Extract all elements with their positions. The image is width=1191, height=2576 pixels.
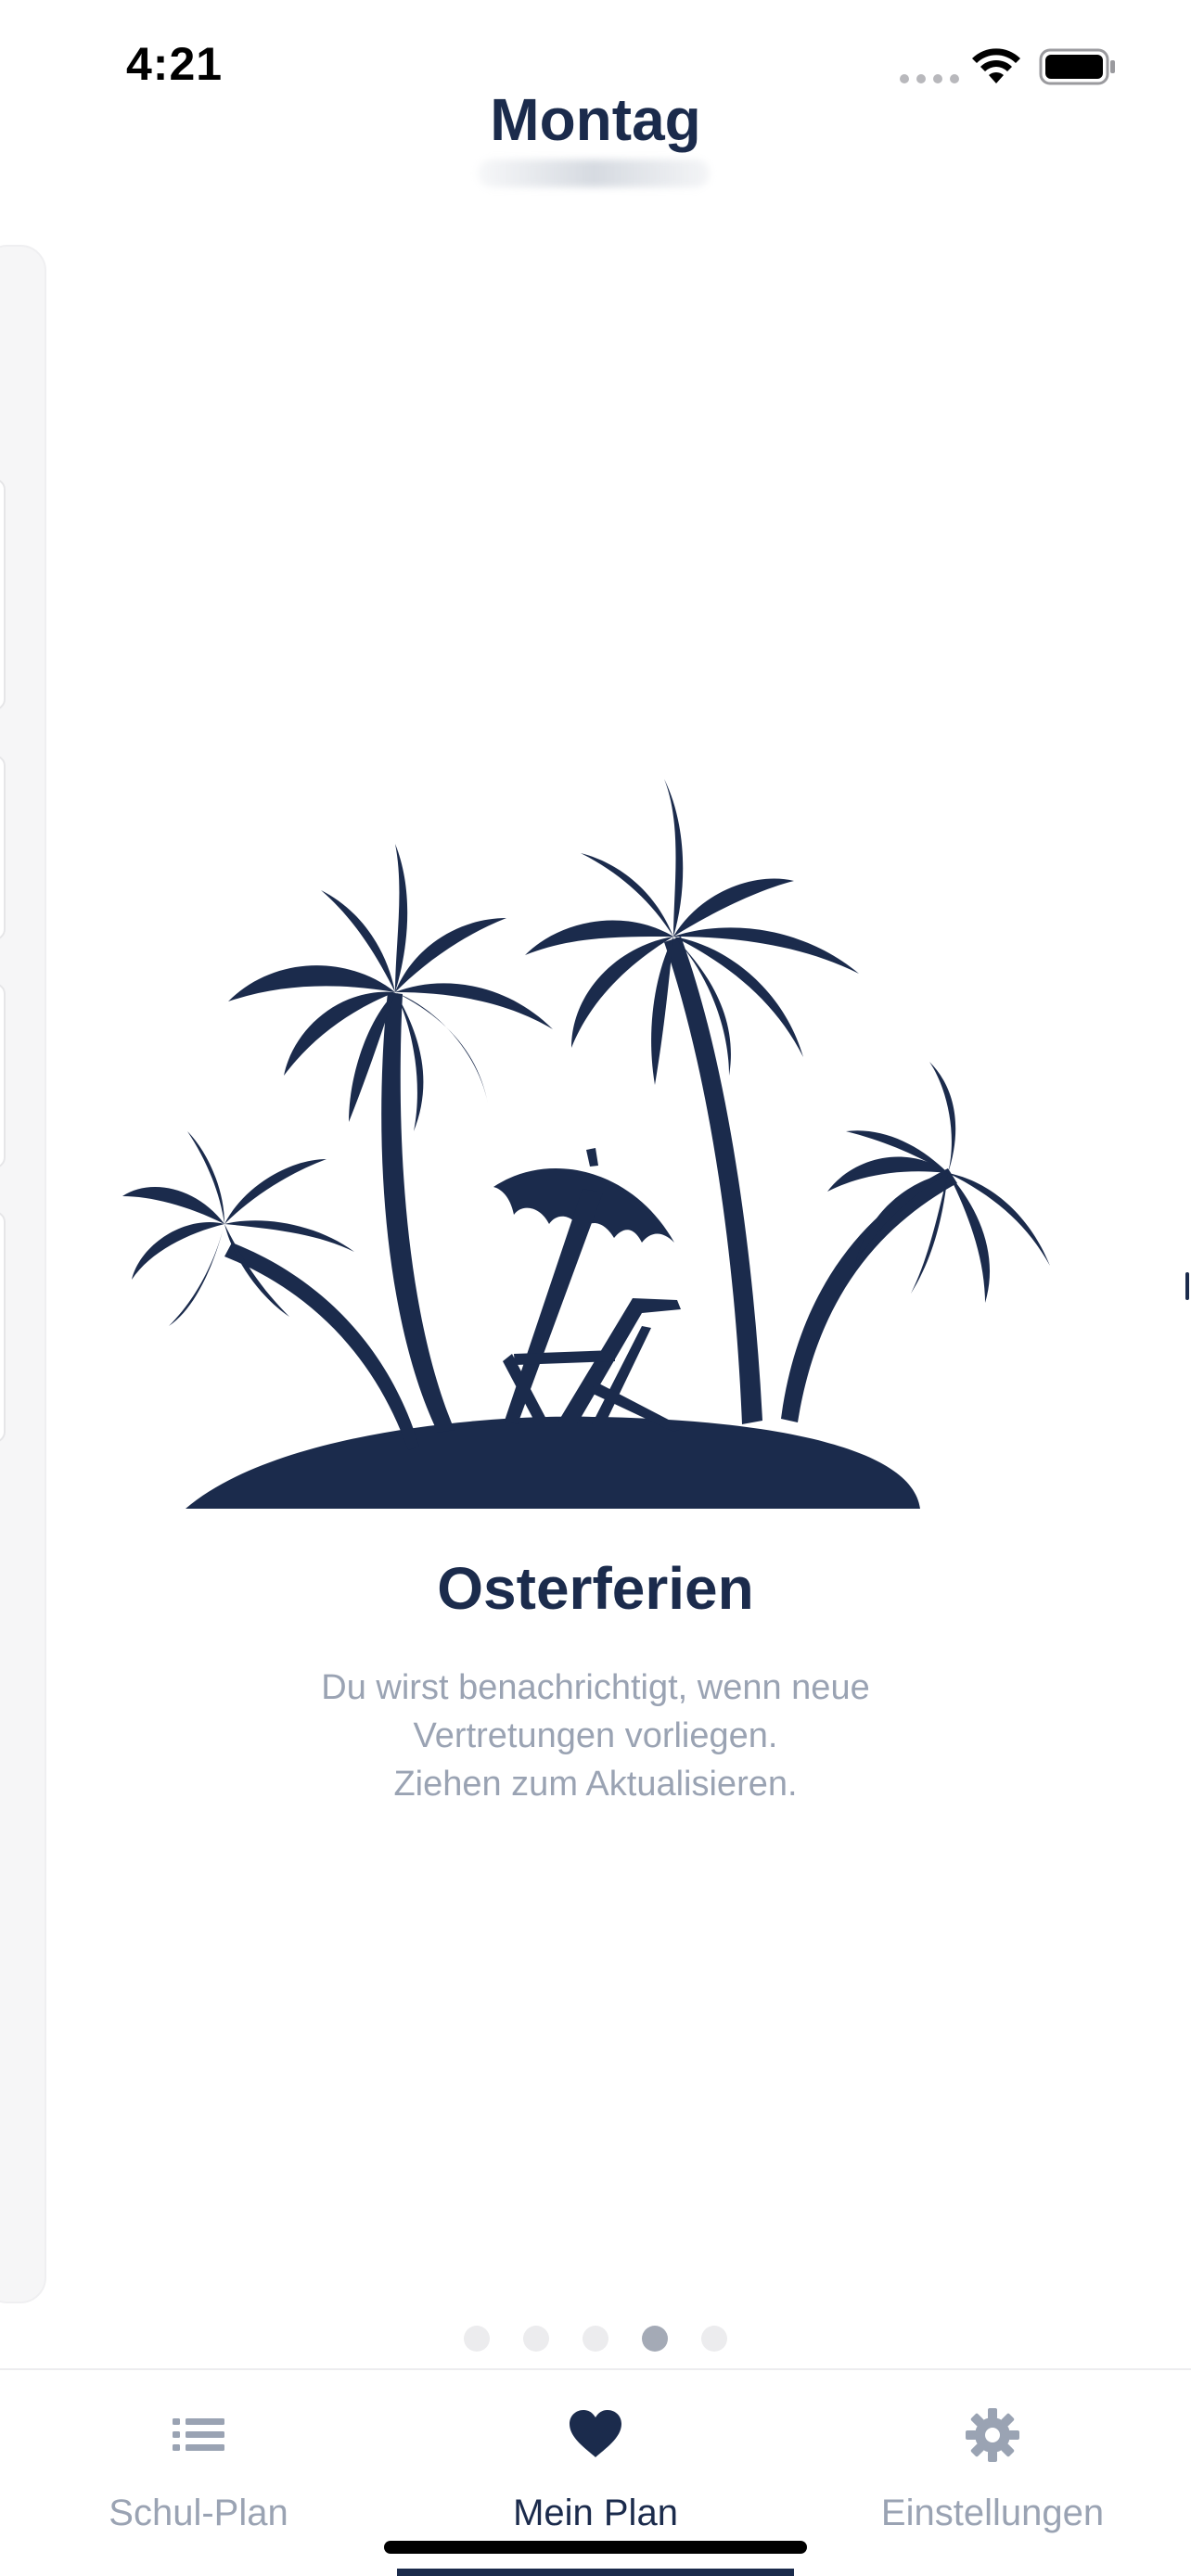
page-dot[interactable] [464, 2326, 490, 2352]
empty-state-message: Du wirst benachrichtigt, wenn neue Vertr… [0, 1664, 1191, 1808]
previous-card-row [0, 1211, 6, 1443]
wifi-icon [972, 48, 1020, 83]
empty-state-message-line: Ziehen zum Aktualisieren. [393, 1765, 798, 1804]
page-dot-active[interactable] [642, 2326, 668, 2352]
tab-einstellungen[interactable]: Einstellungen [794, 2370, 1191, 2576]
empty-state-message-line: Vertretungen vorliegen. [413, 1716, 778, 1755]
next-card-edge [1185, 1272, 1189, 1300]
previous-day-card[interactable] [0, 245, 46, 2303]
gear-icon [966, 2408, 1019, 2462]
blurred-subtitle [478, 159, 710, 187]
page-dot[interactable] [523, 2326, 549, 2352]
previous-card-row [0, 983, 6, 1168]
empty-state-title: Osterferien [437, 1555, 754, 1622]
cellular-signal-icon [900, 74, 959, 83]
tab-schul-plan[interactable]: Schul-Plan [0, 2370, 397, 2576]
palm-island-illustration [122, 779, 1050, 1509]
empty-state-message-line: Du wirst benachrichtigt, wenn neue [321, 1668, 870, 1707]
page-dot[interactable] [583, 2326, 608, 2352]
previous-card-row [0, 755, 6, 940]
page-dot[interactable] [701, 2326, 727, 2352]
home-indicator[interactable] [384, 2541, 807, 2554]
battery-icon [1039, 48, 1115, 85]
page-indicator[interactable] [0, 2326, 1191, 2352]
heart-icon [570, 2410, 621, 2457]
list-icon [173, 2418, 224, 2451]
status-time: 4:21 [126, 38, 224, 90]
page-title: Montag [490, 86, 701, 153]
tab-label: Einstellungen [880, 2493, 1105, 2533]
active-tab-indicator [397, 2569, 794, 2576]
previous-card-row [0, 478, 6, 710]
tab-label: Mein Plan [513, 2493, 678, 2533]
tab-label: Schul-Plan [109, 2493, 288, 2533]
